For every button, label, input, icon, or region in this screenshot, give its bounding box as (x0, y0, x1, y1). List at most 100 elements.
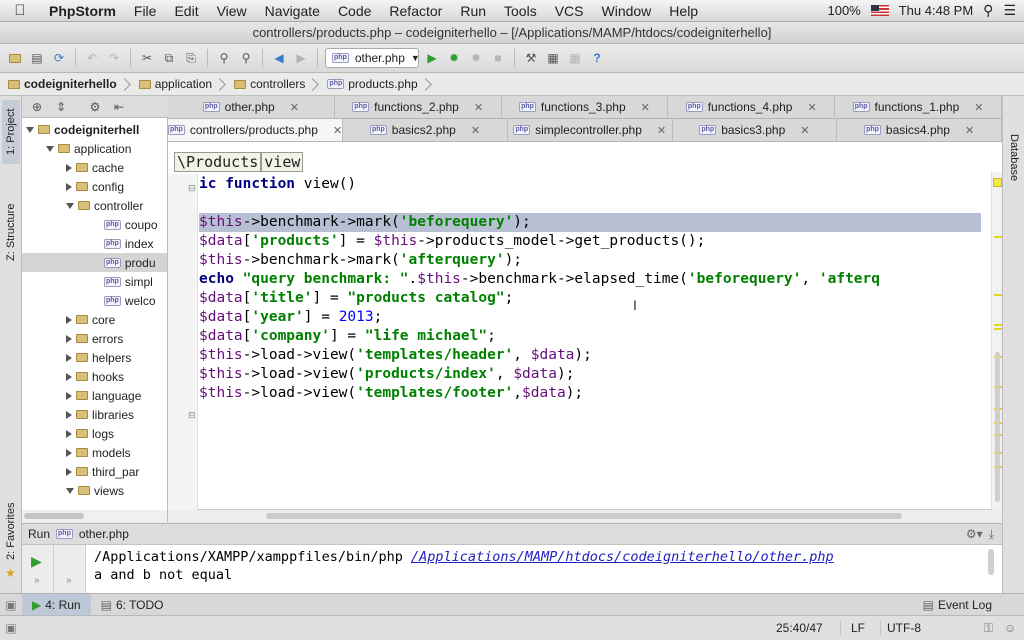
tool-tab-project[interactable]: 1: Project (2, 100, 20, 164)
code-line[interactable]: ic function view() (199, 175, 981, 194)
expand-arrow-icon[interactable] (66, 448, 72, 457)
expand-arrow-icon[interactable] (66, 467, 72, 476)
redo-icon[interactable]: ↷ (105, 49, 123, 67)
menu-app-name[interactable]: PhpStorm (40, 3, 125, 19)
scroll-thumb[interactable] (995, 352, 1000, 502)
run-play-icon[interactable]: ▶ (423, 49, 441, 67)
code-line[interactable]: $data['company'] = "life michael"; (199, 327, 981, 346)
close-icon[interactable]: ✕ (807, 101, 816, 114)
error-stripe-mark[interactable] (994, 294, 1002, 296)
expand-arrow-icon[interactable] (66, 334, 72, 343)
gear-icon[interactable]: ⚙ (86, 98, 104, 116)
console-scrollbar[interactable] (988, 549, 994, 575)
tree-item[interactable]: php coupo (22, 215, 167, 234)
settings-wrench-icon[interactable]: ⚒ (522, 49, 540, 67)
menu-code[interactable]: Code (329, 3, 380, 19)
apple-icon[interactable]:  (0, 2, 40, 19)
menu-refactor[interactable]: Refactor (380, 3, 451, 19)
editor-tab[interactable]: php functions_2.php ✕ (335, 96, 502, 118)
find-icon[interactable]: ⚲ (215, 49, 233, 67)
console-file-link[interactable]: /Applications/MAMP/htdocs/codeigniterhel… (411, 549, 834, 565)
run-config-select[interactable]: php other.php ▼ (325, 48, 420, 68)
close-icon[interactable]: ✕ (800, 124, 809, 137)
editor-tab[interactable]: php other.php ✕ (168, 96, 335, 118)
menu-navigate[interactable]: Navigate (256, 3, 329, 19)
nav-class[interactable]: \Products (174, 152, 262, 172)
copy-icon[interactable]: ⧉ (160, 49, 178, 67)
inspector-icon[interactable]: ☺ (1004, 621, 1024, 635)
close-icon[interactable]: ✕ (657, 124, 666, 137)
close-icon[interactable]: ✕ (965, 124, 974, 137)
tree-item[interactable]: views (22, 481, 167, 500)
breadcrumb-file[interactable]: php products.php (327, 77, 431, 91)
expand-arrow-icon[interactable] (46, 145, 54, 152)
scroll-down-icon[interactable]: » (34, 575, 40, 586)
flag-icon[interactable] (870, 5, 889, 16)
error-stripe-mark[interactable] (994, 236, 1002, 238)
battery-status[interactable]: 100% (827, 3, 860, 18)
code-editor[interactable]: \Products view ⊟ ⊟ ic function view() $th… (168, 142, 1002, 510)
expand-arrow-icon[interactable] (66, 163, 72, 172)
breadcrumb-application[interactable]: application (138, 77, 226, 91)
editor-horizontal-scrollbar[interactable] (168, 510, 1002, 522)
tool-tab-database[interactable]: Database (1005, 126, 1023, 190)
tree-item[interactable]: hooks (22, 367, 167, 386)
stop-icon[interactable]: ■ (489, 49, 507, 67)
editor-tab[interactable]: php functions_1.php ✕ (835, 96, 1002, 118)
tree-item[interactable]: config (22, 177, 167, 196)
code-line[interactable]: $this->load->view('products/index', $dat… (199, 365, 981, 384)
help-icon[interactable]: ? (588, 49, 606, 67)
editor-tab[interactable]: php basics4.php ✕ (837, 119, 1002, 141)
run-panel-file[interactable]: other.php (79, 527, 129, 541)
tree-item[interactable]: third_par (22, 462, 167, 481)
menu-edit[interactable]: Edit (165, 3, 207, 19)
error-stripe-mark[interactable] (994, 324, 1002, 326)
lock-icon[interactable]: ⚿ (984, 621, 1004, 636)
replace-icon[interactable]: ⚲ (237, 49, 255, 67)
menu-vcs[interactable]: VCS (546, 3, 593, 19)
debug-bug-icon[interactable]: ✹ (445, 49, 463, 67)
editor-tab[interactable]: php basics3.php ✕ (673, 119, 838, 141)
tree-item[interactable]: core (22, 310, 167, 329)
tree-item[interactable]: php index (22, 234, 167, 253)
open-folder-icon[interactable] (6, 49, 24, 67)
hide-panel-icon[interactable]: ⤓ (989, 527, 994, 542)
expand-arrow-icon[interactable] (66, 202, 74, 209)
error-stripe-mark[interactable] (994, 328, 1002, 330)
code-line[interactable]: $data['year'] = 2013; (199, 308, 981, 327)
expand-arrow-icon[interactable] (66, 353, 72, 362)
expand-arrow-icon[interactable] (66, 182, 72, 191)
editor-vertical-scrollbar[interactable] (991, 172, 1002, 510)
tree-item[interactable]: php simpl (22, 272, 167, 291)
tree-item[interactable]: cache (22, 158, 167, 177)
spotlight-search-icon[interactable]: ⚲ (983, 2, 993, 19)
run-console[interactable]: ▶ » » /Applications/XAMPP/xamppfiles/bin… (22, 545, 1002, 593)
code-line[interactable]: $this->load->view('templates/header', $d… (199, 346, 981, 365)
rerun-play-icon[interactable]: ▶ (31, 553, 42, 570)
code-line[interactable]: $this->benchmark->mark('beforequery'); (199, 213, 981, 232)
hide-panel-icon[interactable]: ⇤ (110, 98, 128, 116)
close-icon[interactable]: ✕ (290, 101, 299, 114)
status-position[interactable]: 25:40/47 (776, 621, 840, 635)
tree-root[interactable]: codeigniterhell (22, 120, 167, 139)
tool-tab-favorites[interactable]: 2: Favorites (2, 496, 20, 566)
project-structure-icon[interactable]: ▦ (544, 49, 562, 67)
close-icon[interactable]: ✕ (471, 124, 480, 137)
tree-item[interactable]: libraries (22, 405, 167, 424)
fold-marker-icon[interactable]: ⊟ (188, 410, 196, 421)
cut-icon[interactable]: ✂ (138, 49, 156, 67)
tree-item-application[interactable]: application (22, 139, 167, 158)
code-line[interactable] (199, 194, 981, 213)
menu-help[interactable]: Help (660, 3, 707, 19)
expand-arrow-icon[interactable] (66, 487, 74, 494)
forward-arrow-icon[interactable]: ▶ (292, 49, 310, 67)
tree-item[interactable]: php welco (22, 291, 167, 310)
collapse-icon[interactable]: ⇕ (52, 98, 70, 116)
expand-arrow-icon[interactable] (26, 126, 34, 133)
expand-arrow-icon[interactable] (66, 315, 72, 324)
expand-arrow-icon[interactable] (66, 410, 72, 419)
status-line-separator[interactable]: LF (840, 621, 880, 635)
close-icon[interactable]: ✕ (641, 101, 650, 114)
undo-icon[interactable]: ↶ (83, 49, 101, 67)
fold-marker-icon[interactable]: ⊟ (188, 183, 196, 194)
